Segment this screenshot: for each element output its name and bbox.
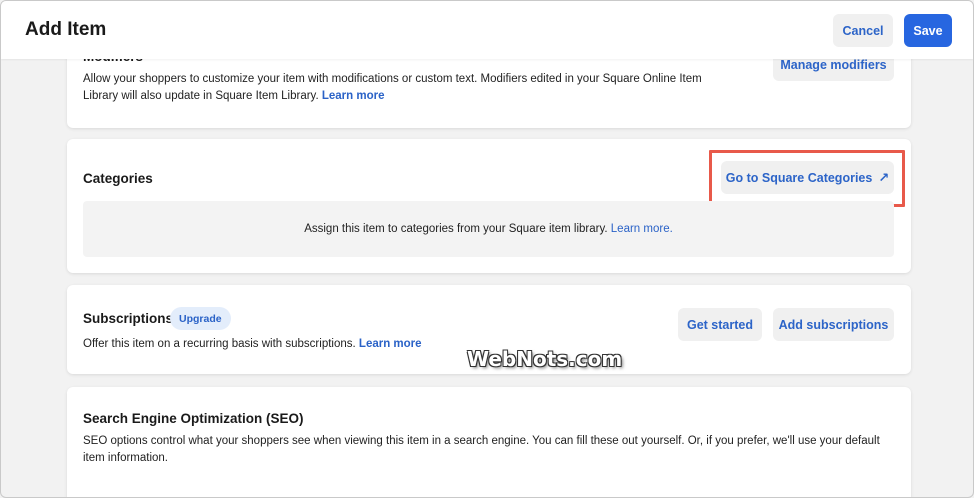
main-content: Modifiers Allow your shoppers to customi… xyxy=(1,1,973,497)
seo-title: Search Engine Optimization (SEO) xyxy=(83,411,304,426)
modifiers-description: Allow your shoppers to customize your it… xyxy=(83,71,703,105)
add-subscriptions-button[interactable]: Add subscriptions xyxy=(773,308,894,341)
modifiers-learn-more-link[interactable]: Learn more xyxy=(322,90,385,102)
categories-card: Categories Go to Square Categories ↗ Ass… xyxy=(67,139,911,273)
header-bar: Add Item Cancel Save xyxy=(1,1,973,59)
go-to-square-categories-label: Go to Square Categories xyxy=(725,170,873,185)
modifiers-description-text: Allow your shoppers to customize your it… xyxy=(83,73,702,102)
save-button[interactable]: Save xyxy=(904,14,952,47)
subscriptions-description: Offer this item on a recurring basis wit… xyxy=(83,336,422,353)
subscriptions-learn-more-link[interactable]: Learn more xyxy=(359,338,422,350)
page-title: Add Item xyxy=(25,19,107,40)
categories-title: Categories xyxy=(83,171,153,186)
upgrade-badge[interactable]: Upgrade xyxy=(170,307,231,330)
subscriptions-description-text: Offer this item on a recurring basis wit… xyxy=(83,338,356,350)
app-window: Modifiers Allow your shoppers to customi… xyxy=(0,0,974,498)
cancel-button[interactable]: Cancel xyxy=(833,14,893,47)
go-to-square-categories-button[interactable]: Go to Square Categories ↗ xyxy=(721,161,894,194)
get-started-button[interactable]: Get started xyxy=(678,308,762,341)
categories-assign-text: Assign this item to categories from your… xyxy=(304,223,608,235)
seo-description: SEO options control what your shoppers s… xyxy=(83,435,880,464)
watermark-logo: WebNots.com xyxy=(467,347,623,371)
seo-card: Search Engine Optimization (SEO) SEO opt… xyxy=(67,387,911,497)
categories-empty-panel: Assign this item to categories from your… xyxy=(83,201,894,257)
categories-learn-more-link[interactable]: Learn more. xyxy=(611,223,673,235)
subscriptions-title: Subscriptions xyxy=(83,311,174,326)
external-arrow-icon: ↗ xyxy=(878,169,890,185)
